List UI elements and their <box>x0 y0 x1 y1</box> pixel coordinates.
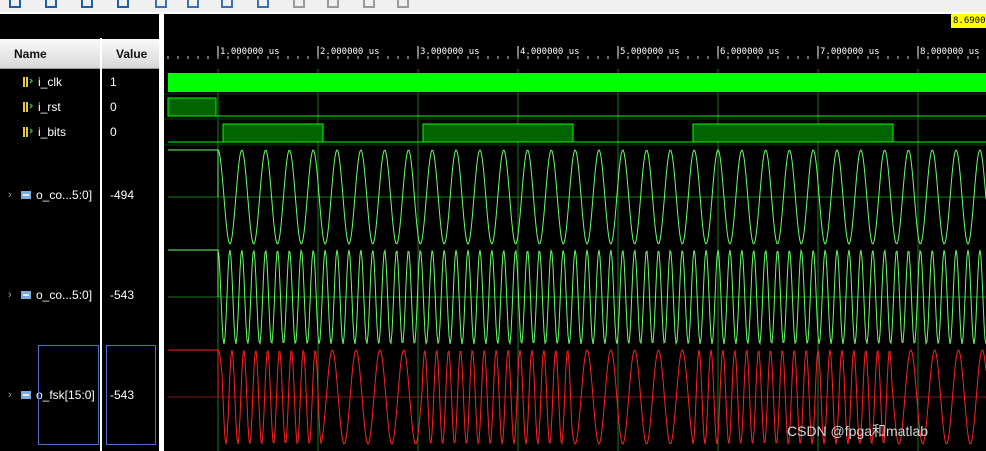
bit-signal-icon <box>22 100 34 114</box>
expand-chevron-icon[interactable]: › <box>8 389 18 401</box>
timeline-tick-label: 1.000000 us <box>220 47 280 57</box>
timeline-tick-label: 2.000000 us <box>320 47 380 57</box>
signal-name: o_co...5:0] <box>36 288 93 302</box>
timeline-tick-label: 8.000000 us <box>920 47 980 57</box>
signal-value: -543 <box>110 288 135 302</box>
expand-chevron-icon[interactable]: › <box>8 189 18 201</box>
signal-name-row[interactable]: i_bits <box>22 122 66 142</box>
signal-name-row[interactable]: › o_co...5:0] <box>8 185 92 205</box>
add-marker-icon[interactable] <box>256 0 270 9</box>
signal-value: -494 <box>110 188 135 202</box>
watermark: CSDN @fpga和matlab <box>787 423 929 439</box>
waveform-toolbar <box>0 0 986 12</box>
expand-chevron-icon[interactable]: › <box>8 289 18 301</box>
previous-marker-icon[interactable] <box>292 0 306 9</box>
signal-name-row[interactable]: i_clk <box>22 72 62 92</box>
timeline-tick-label: 3.000000 us <box>420 47 480 57</box>
o-cos-1-reset-segment <box>168 149 219 197</box>
bus-signal-icon <box>20 288 32 302</box>
waveform-canvas[interactable]: 1.000000 us 2.000000 us 3.000000 us 4.00000… <box>164 14 986 451</box>
bits-high-pulse <box>692 123 894 143</box>
name-column-header[interactable]: Name <box>0 39 100 69</box>
zoom-fit-icon[interactable] <box>116 0 130 9</box>
go-to-start-icon[interactable] <box>154 0 168 9</box>
selected-row-value-outline <box>106 345 156 445</box>
snap-icon[interactable] <box>396 0 410 9</box>
signal-value: 1 <box>110 75 117 89</box>
bits-high-pulse <box>222 123 324 143</box>
bit-signal-icon <box>22 125 34 139</box>
value-column-header[interactable]: Value <box>102 39 159 69</box>
timeline-tick-label: 5.000000 us <box>620 47 680 57</box>
fsk-reset-segment <box>168 349 219 397</box>
cursor-time-readout: 8.690000 us <box>951 14 986 28</box>
rst-waveform <box>168 97 986 117</box>
bus-signal-icon <box>20 388 32 402</box>
zoom-out-icon[interactable] <box>80 0 94 9</box>
signal-name: i_bits <box>38 125 67 139</box>
name-value-divider[interactable] <box>100 38 102 451</box>
clk-waveform <box>168 73 986 92</box>
o-cos-2-reset-segment <box>168 249 219 297</box>
timeline-tick-label: 4.000000 us <box>520 47 580 57</box>
next-transition-icon[interactable] <box>220 0 234 9</box>
next-marker-icon[interactable] <box>326 0 340 9</box>
selected-row-name-outline <box>38 345 99 445</box>
zoom-in-icon[interactable] <box>44 0 58 9</box>
signal-name-row[interactable]: › o_co...5:0] <box>8 285 92 305</box>
signal-value: 0 <box>110 100 117 114</box>
bit-signal-icon <box>22 75 34 89</box>
signal-name-row[interactable]: i_rst <box>22 97 61 117</box>
timeline-tick-label: 6.000000 us <box>720 47 780 57</box>
save-icon[interactable] <box>8 0 22 9</box>
signal-name: i_rst <box>38 100 61 114</box>
previous-transition-icon[interactable] <box>186 0 200 9</box>
signal-name: o_co...5:0] <box>36 188 93 202</box>
signal-name: i_clk <box>38 75 63 89</box>
timeline-tick-label: 7.000000 us <box>820 47 880 57</box>
rst-high-region <box>167 97 217 117</box>
signal-value: 0 <box>110 125 117 139</box>
swap-cursors-icon[interactable] <box>362 0 376 9</box>
bus-signal-icon <box>20 188 32 202</box>
bits-high-pulse <box>422 123 574 143</box>
